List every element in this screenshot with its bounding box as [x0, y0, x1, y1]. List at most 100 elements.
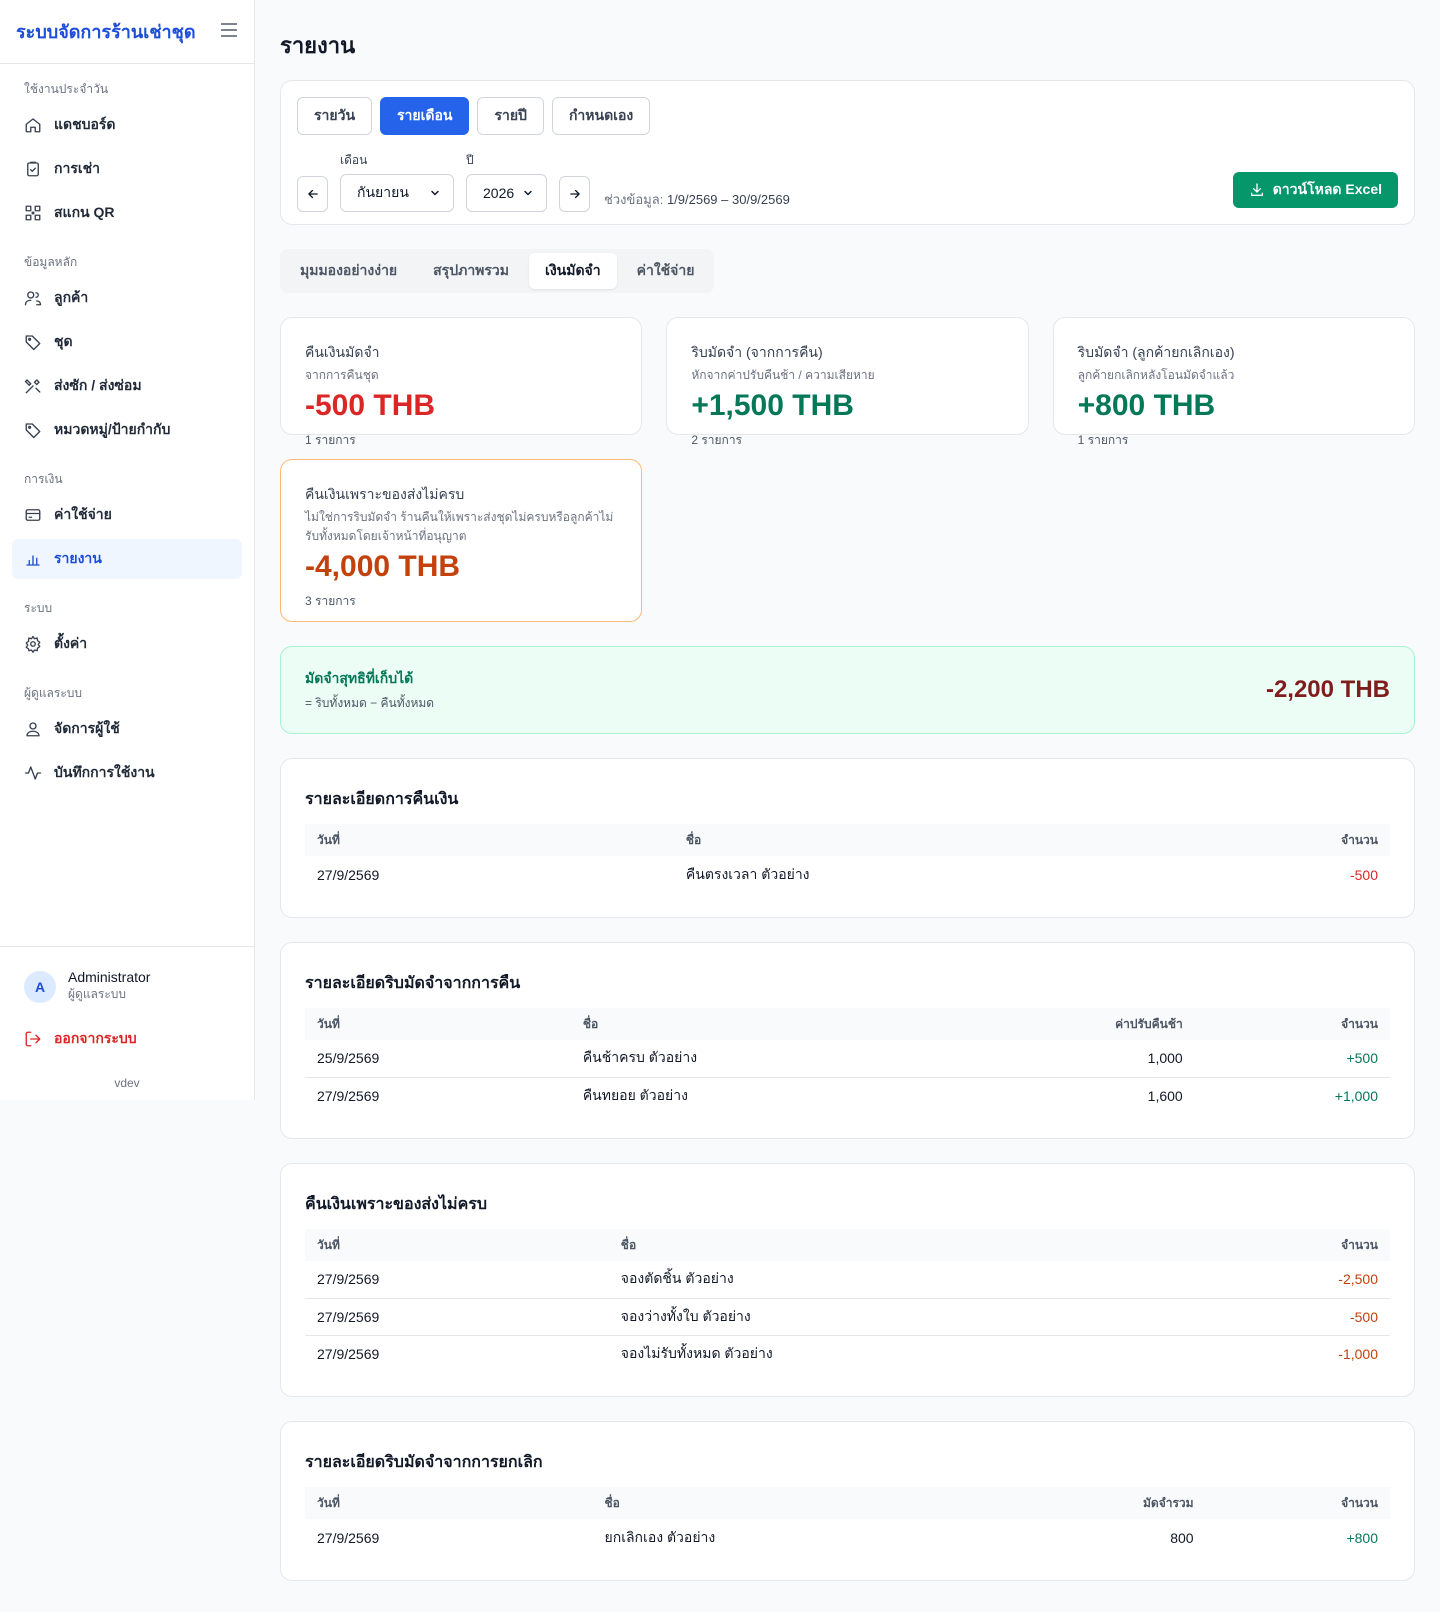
credit-card-icon: [25, 509, 41, 521]
sidebar-item-label: ตั้งค่า: [54, 635, 88, 651]
cell-date: 27/9/2569: [317, 866, 380, 883]
net-deposit-card: มัดจำสุทธิที่เก็บได้ = ริบทั้งหมด − คืนท…: [280, 646, 1415, 734]
sidebar-item-dashboard[interactable]: แดชบอร์ด: [12, 105, 242, 145]
period-tab-daily[interactable]: รายวัน: [297, 97, 373, 135]
period-tab-monthly[interactable]: รายเดือน: [380, 97, 470, 135]
date-range-label: ช่วงข้อมูล:: [604, 192, 664, 207]
cell-name: จองไม่รับทั้งหมด ตัวอย่าง: [620, 1344, 773, 1361]
sidebar-item-label: แดชบอร์ด: [54, 116, 116, 132]
sidebar-footer: A Administrator ผู้ดูแลระบบ ออกจากระบบ v…: [0, 946, 254, 1090]
sidebar-item-settings[interactable]: ตั้งค่า: [12, 624, 242, 664]
user-role: ผู้ดูแลระบบ: [68, 987, 127, 1001]
column-header: วันที่: [305, 1487, 593, 1519]
page-title: รายงาน: [280, 33, 356, 58]
cell-amount: +500: [1194, 1040, 1390, 1078]
bar-chart-icon: [26, 555, 40, 566]
sidebar-item-activity-log[interactable]: บันทึกการใช้งาน: [12, 753, 242, 793]
filter-card: รายวัน รายเดือน รายปี กำหนดเอง เดือน กัน…: [280, 80, 1415, 225]
tab-overview[interactable]: สรุปภาพรวม: [417, 253, 525, 289]
download-excel-label: ดาวน์โหลด Excel: [1272, 181, 1382, 197]
column-header: มัดจำรวม: [987, 1487, 1206, 1519]
logout-icon: [25, 1031, 41, 1047]
cell-name: จองตัดชิ้น ตัวอย่าง: [608, 1261, 1183, 1299]
year-field: ปี 2026: [466, 151, 547, 212]
tag-icon: [25, 335, 41, 351]
previous-period-button[interactable]: [297, 176, 328, 212]
sidebar-item-laundry-repair[interactable]: ส่งซัก / ส่งซ่อม: [12, 366, 242, 406]
sidebar-item-scan-qr[interactable]: สแกน QR: [12, 193, 242, 233]
sidebar-item-categories[interactable]: หมวดหมู่/ป้ายกำกับ: [12, 410, 242, 450]
cell-total-deposit: 800: [1170, 1529, 1194, 1546]
sidebar-item-reports[interactable]: รายงาน: [12, 539, 242, 579]
report-view-tabs: มุมมองอย่างง่าย สรุปภาพรวม เงินมัดจำ ค่า…: [280, 249, 715, 293]
cell-name: จองว่างทั้งใบ ตัวอย่าง: [608, 1298, 1183, 1336]
tools-icon: [24, 379, 41, 394]
cell-name: ยกเลิกเอง ตัวอย่าง: [604, 1528, 716, 1545]
table-title: รายละเอียดริบมัดจำจากการคืน: [305, 975, 521, 992]
net-deposit-formula: = ริบทั้งหมด − คืนทั้งหมด: [305, 695, 435, 710]
date-range-value: 1/9/2569 – 30/9/2569: [666, 192, 790, 207]
net-deposit-title: มัดจำสุทธิที่เก็บได้: [305, 669, 414, 686]
table-row: 27/9/2569 ยกเลิกเอง ตัวอย่าง 800 +800: [305, 1519, 1390, 1556]
period-tab-custom[interactable]: กำหนดเอง: [551, 97, 651, 135]
tab-expenses[interactable]: ค่าใช้จ่าย: [621, 253, 711, 289]
refund-table: วันที่ ชื่อ จำนวน 27/9/2569 คืนตรงเวลา ต…: [305, 824, 1390, 893]
sidebar-item-label: ชุด: [54, 333, 73, 349]
year-select[interactable]: 2026: [466, 174, 547, 212]
column-header: วันที่: [305, 1008, 571, 1040]
stat-count: 3 รายการ: [305, 594, 356, 608]
deposit-stats: คืนเงินมัดจำ จากการคืนชุด -500 THB 1 ราย…: [280, 317, 1415, 622]
user-profile[interactable]: A Administrator ผู้ดูแลระบบ: [24, 969, 230, 1004]
gear-icon: [25, 635, 41, 653]
column-header: ชื่อ: [673, 824, 1181, 856]
download-icon: [1250, 183, 1263, 196]
stat-card-forfeit-return: ริบมัดจำ (จากการคืน) หักจากค่าปรับคืนช้า…: [666, 317, 1029, 447]
forfeit-return-details-card: รายละเอียดริบมัดจำจากการคืน วันที่ ชื่อ …: [280, 942, 1415, 1139]
sidebar-item-label: สแกน QR: [54, 204, 115, 220]
cell-late-fee: 1,000: [946, 1040, 1195, 1078]
clipboard-icon: [27, 161, 39, 177]
logout-button[interactable]: ออกจากระบบ: [24, 1028, 230, 1050]
stat-subtitle: ลูกค้ายกเลิกหลังโอนมัดจำแล้ว: [1077, 368, 1235, 382]
sidebar-item-label: รายงาน: [54, 550, 102, 566]
table-title: รายละเอียดการคืนเงิน: [305, 791, 459, 808]
cell-amount: -2,500: [1182, 1261, 1390, 1299]
sidebar-item-expenses[interactable]: ค่าใช้จ่าย: [12, 495, 242, 535]
filter-row: เดือน กันยายน ปี 2026 ช่วงข้อมูล: 1/9/25…: [297, 151, 790, 212]
period-tab-yearly[interactable]: รายปี: [477, 97, 544, 135]
user-name: Administrator: [68, 969, 151, 985]
stat-value: -500 THB: [305, 389, 436, 422]
nav-heading-finance: การเงิน: [24, 472, 63, 486]
sidebar-item-customers[interactable]: ลูกค้า: [12, 278, 242, 318]
forfeit-return-table: วันที่ ชื่อ ค่าปรับคืนช้า จำนวน 25/9/256…: [305, 1008, 1390, 1114]
column-header: จำนวน: [1194, 1008, 1390, 1040]
year-label: ปี: [466, 153, 474, 167]
cell-amount: +1,000: [1334, 1087, 1378, 1104]
app-title[interactable]: ระบบจัดการร้านเช่าชุด: [16, 17, 196, 46]
stat-subtitle: จากการคืนชุด: [305, 368, 379, 382]
next-period-button[interactable]: [559, 176, 590, 212]
avatar: A: [24, 970, 56, 1003]
sidebar-item-user-management[interactable]: จัดการผู้ใช้: [12, 709, 242, 749]
tab-simple[interactable]: มุมมองอย่างง่าย: [284, 253, 413, 289]
sidebar-item-rentals[interactable]: การเช่า: [12, 149, 242, 189]
stat-subtitle: ไม่ใช่การริบมัดจำ ร้านคืนให้เพราะส่งชุดไ…: [305, 510, 614, 543]
cell-name: คืนช้าครบ ตัวอย่าง: [570, 1040, 947, 1078]
stat-label: ริบมัดจำ (จากการคืน): [691, 344, 823, 360]
download-excel-button[interactable]: ดาวน์โหลด Excel: [1232, 172, 1398, 208]
sidebar-item-outfits[interactable]: ชุด: [12, 322, 242, 362]
sidebar-item-label: การเช่า: [54, 160, 101, 176]
table-row: 27/9/2569 จองตัดชิ้น ตัวอย่าง -2,500: [305, 1261, 1390, 1299]
stat-label: คืนเงินมัดจำ: [305, 344, 380, 360]
menu-icon[interactable]: [220, 20, 238, 43]
nav-heading-master: ข้อมูลหลัก: [24, 255, 78, 269]
stat-count: 1 รายการ: [305, 433, 356, 447]
cell-date: 27/9/2569: [305, 1298, 609, 1336]
tab-deposits[interactable]: เงินมัดจำ: [529, 253, 617, 289]
cell-date: 27/9/2569: [317, 1087, 380, 1104]
cell-amount: -1,000: [1338, 1345, 1378, 1362]
month-select[interactable]: กันยายน: [340, 174, 454, 212]
sidebar-item-label: ค่าใช้จ่าย: [54, 506, 112, 522]
home-icon: [25, 118, 41, 133]
app-version: vdev: [114, 1076, 140, 1090]
